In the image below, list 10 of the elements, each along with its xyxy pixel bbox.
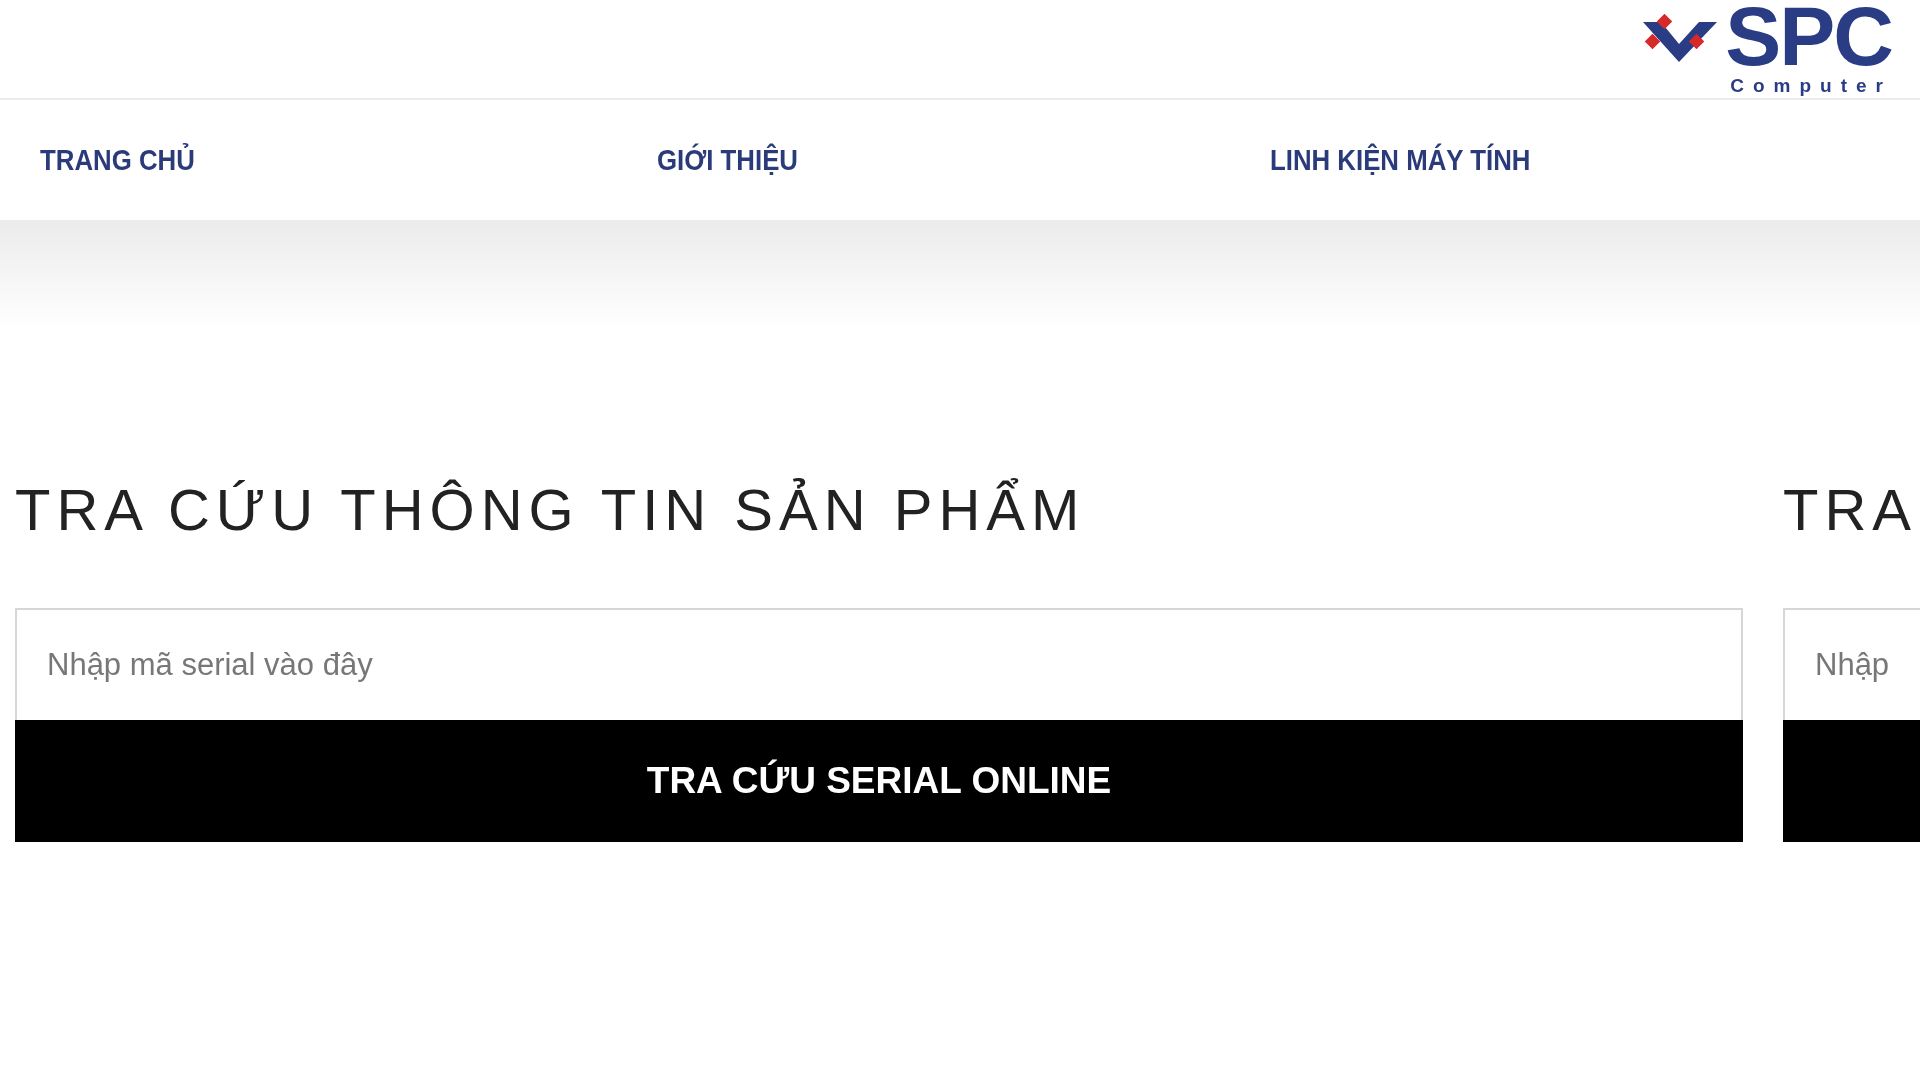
section-title: TRA <box>1783 480 1918 540</box>
logo-tagline: Computer <box>1730 76 1892 96</box>
lookup-button[interactable]: TRA CỨU SERIAL ONLINE <box>15 720 1743 842</box>
serial-input[interactable]: Nhập mã serial vào đây <box>15 608 1743 720</box>
nav-link[interactable]: LINH KIỆN MÁY TÍNH <box>1270 143 1531 177</box>
logo-wordmark: SPC <box>1725 0 1892 76</box>
section-title: TRA CỨU THÔNG TIN SẢN PHẨM <box>15 480 1087 540</box>
nav-link[interactable]: GIỚI THIỆU <box>657 143 1185 177</box>
nav-link[interactable]: TRANG CHỦ <box>40 143 571 177</box>
serial-input[interactable]: Nhập <box>1783 608 1920 720</box>
